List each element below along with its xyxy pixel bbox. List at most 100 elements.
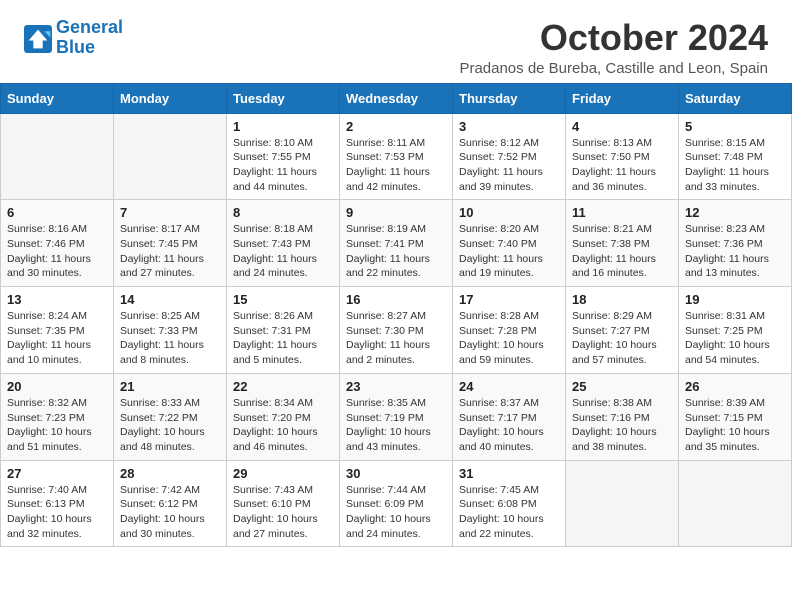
day-number: 27 bbox=[7, 466, 107, 481]
calendar-cell: 28 Sunrise: 7:42 AMSunset: 6:12 PMDayligh… bbox=[114, 460, 227, 547]
calendar-cell: 2 Sunrise: 8:11 AMSunset: 7:53 PMDaylight… bbox=[340, 113, 453, 200]
calendar-cell: 12 Sunrise: 8:23 AMSunset: 7:36 PMDayligh… bbox=[679, 200, 792, 287]
calendar-cell: 16Sunrise: 8:27 AMSunset: 7:30 PMDayligh… bbox=[340, 287, 453, 374]
general-blue-icon bbox=[24, 25, 52, 53]
day-info: Sunrise: 7:45 AMSunset: 6:08 PMDaylight:… bbox=[459, 483, 559, 542]
day-info: Sunrise: 7:43 AMSunset: 6:10 PMDaylight:… bbox=[233, 483, 333, 542]
day-number: 6 bbox=[7, 205, 107, 220]
day-info: Sunrise: 8:16 AMSunset: 7:46 PMDaylight:… bbox=[7, 222, 107, 281]
day-info: Sunrise: 8:27 AMSunset: 7:30 PMDaylight:… bbox=[346, 309, 446, 368]
logo: General Blue bbox=[24, 18, 123, 58]
day-number: 29 bbox=[233, 466, 333, 481]
day-number: 19 bbox=[685, 292, 785, 307]
day-number: 17 bbox=[459, 292, 559, 307]
day-number: 25 bbox=[572, 379, 672, 394]
title-block: October 2024 Pradanos de Bureba, Castill… bbox=[459, 18, 768, 77]
day-info: Sunrise: 8:32 AMSunset: 7:23 PMDaylight:… bbox=[7, 396, 107, 455]
day-info: Sunrise: 8:18 AMSunset: 7:43 PMDaylight:… bbox=[233, 222, 333, 281]
calendar-cell: 18Sunrise: 8:29 AMSunset: 7:27 PMDayligh… bbox=[566, 287, 679, 374]
day-info: Sunrise: 8:38 AMSunset: 7:16 PMDaylight:… bbox=[572, 396, 672, 455]
calendar-cell: 31 Sunrise: 7:45 AMSunset: 6:08 PMDayligh… bbox=[453, 460, 566, 547]
calendar-cell: 5 Sunrise: 8:15 AMSunset: 7:48 PMDaylight… bbox=[679, 113, 792, 200]
col-header-saturday: Saturday bbox=[679, 83, 792, 113]
calendar-cell: 26 Sunrise: 8:39 AMSunset: 7:15 PMDayligh… bbox=[679, 373, 792, 460]
calendar-cell: 9Sunrise: 8:19 AMSunset: 7:41 PMDaylight… bbox=[340, 200, 453, 287]
day-info: Sunrise: 7:44 AMSunset: 6:09 PMDaylight:… bbox=[346, 483, 446, 542]
location: Pradanos de Bureba, Castille and Leon, S… bbox=[459, 60, 768, 77]
day-number: 30 bbox=[346, 466, 446, 481]
day-info: Sunrise: 8:29 AMSunset: 7:27 PMDaylight:… bbox=[572, 309, 672, 368]
calendar-week-row: 20Sunrise: 8:32 AMSunset: 7:23 PMDayligh… bbox=[1, 373, 792, 460]
day-info: Sunrise: 8:20 AMSunset: 7:40 PMDaylight:… bbox=[459, 222, 559, 281]
calendar-cell: 21 Sunrise: 8:33 AMSunset: 7:22 PMDayligh… bbox=[114, 373, 227, 460]
day-info: Sunrise: 8:15 AMSunset: 7:48 PMDaylight:… bbox=[685, 136, 785, 195]
calendar-cell: 1Sunrise: 8:10 AMSunset: 7:55 PMDaylight… bbox=[227, 113, 340, 200]
day-number: 24 bbox=[459, 379, 559, 394]
day-number: 12 bbox=[685, 205, 785, 220]
day-number: 21 bbox=[120, 379, 220, 394]
day-info: Sunrise: 8:23 AMSunset: 7:36 PMDaylight:… bbox=[685, 222, 785, 281]
calendar-table: SundayMondayTuesdayWednesdayThursdayFrid… bbox=[0, 83, 792, 548]
day-number: 13 bbox=[7, 292, 107, 307]
col-header-wednesday: Wednesday bbox=[340, 83, 453, 113]
calendar-cell: 20Sunrise: 8:32 AMSunset: 7:23 PMDayligh… bbox=[1, 373, 114, 460]
day-number: 28 bbox=[120, 466, 220, 481]
calendar-cell bbox=[566, 460, 679, 547]
col-header-tuesday: Tuesday bbox=[227, 83, 340, 113]
logo-line2: Blue bbox=[56, 37, 95, 57]
day-number: 3 bbox=[459, 119, 559, 134]
calendar-header-row: SundayMondayTuesdayWednesdayThursdayFrid… bbox=[1, 83, 792, 113]
calendar-cell: 22Sunrise: 8:34 AMSunset: 7:20 PMDayligh… bbox=[227, 373, 340, 460]
calendar-cell: 3Sunrise: 8:12 AMSunset: 7:52 PMDaylight… bbox=[453, 113, 566, 200]
day-info: Sunrise: 8:34 AMSunset: 7:20 PMDaylight:… bbox=[233, 396, 333, 455]
day-info: Sunrise: 8:25 AMSunset: 7:33 PMDaylight:… bbox=[120, 309, 220, 368]
day-info: Sunrise: 8:21 AMSunset: 7:38 PMDaylight:… bbox=[572, 222, 672, 281]
calendar-cell: 23 Sunrise: 8:35 AMSunset: 7:19 PMDayligh… bbox=[340, 373, 453, 460]
day-number: 5 bbox=[685, 119, 785, 134]
day-info: Sunrise: 8:28 AMSunset: 7:28 PMDaylight:… bbox=[459, 309, 559, 368]
day-info: Sunrise: 8:11 AMSunset: 7:53 PMDaylight:… bbox=[346, 136, 446, 195]
calendar-cell: 11 Sunrise: 8:21 AMSunset: 7:38 PMDayligh… bbox=[566, 200, 679, 287]
calendar-cell bbox=[679, 460, 792, 547]
day-number: 7 bbox=[120, 205, 220, 220]
day-info: Sunrise: 8:10 AMSunset: 7:55 PMDaylight:… bbox=[233, 136, 333, 195]
day-info: Sunrise: 8:13 AMSunset: 7:50 PMDaylight:… bbox=[572, 136, 672, 195]
calendar-week-row: 1Sunrise: 8:10 AMSunset: 7:55 PMDaylight… bbox=[1, 113, 792, 200]
day-number: 4 bbox=[572, 119, 672, 134]
day-info: Sunrise: 8:19 AMSunset: 7:41 PMDaylight:… bbox=[346, 222, 446, 281]
col-header-thursday: Thursday bbox=[453, 83, 566, 113]
calendar-cell: 13Sunrise: 8:24 AMSunset: 7:35 PMDayligh… bbox=[1, 287, 114, 374]
day-info: Sunrise: 8:33 AMSunset: 7:22 PMDaylight:… bbox=[120, 396, 220, 455]
calendar-cell: 8Sunrise: 8:18 AMSunset: 7:43 PMDaylight… bbox=[227, 200, 340, 287]
day-number: 2 bbox=[346, 119, 446, 134]
calendar-week-row: 27Sunrise: 7:40 AMSunset: 6:13 PMDayligh… bbox=[1, 460, 792, 547]
day-info: Sunrise: 8:35 AMSunset: 7:19 PMDaylight:… bbox=[346, 396, 446, 455]
day-info: Sunrise: 7:42 AMSunset: 6:12 PMDaylight:… bbox=[120, 483, 220, 542]
day-number: 26 bbox=[685, 379, 785, 394]
day-number: 14 bbox=[120, 292, 220, 307]
page-header: General Blue October 2024 Pradanos de Bu… bbox=[0, 0, 792, 83]
day-info: Sunrise: 8:39 AMSunset: 7:15 PMDaylight:… bbox=[685, 396, 785, 455]
month-title: October 2024 bbox=[459, 18, 768, 58]
logo-block: General Blue bbox=[24, 18, 123, 58]
calendar-cell: 7 Sunrise: 8:17 AMSunset: 7:45 PMDaylight… bbox=[114, 200, 227, 287]
calendar-cell: 27Sunrise: 7:40 AMSunset: 6:13 PMDayligh… bbox=[1, 460, 114, 547]
calendar-cell: 15Sunrise: 8:26 AMSunset: 7:31 PMDayligh… bbox=[227, 287, 340, 374]
calendar-cell bbox=[1, 113, 114, 200]
calendar-cell: 30 Sunrise: 7:44 AMSunset: 6:09 PMDayligh… bbox=[340, 460, 453, 547]
day-number: 23 bbox=[346, 379, 446, 394]
calendar-cell: 29 Sunrise: 7:43 AMSunset: 6:10 PMDayligh… bbox=[227, 460, 340, 547]
col-header-sunday: Sunday bbox=[1, 83, 114, 113]
calendar-cell: 17 Sunrise: 8:28 AMSunset: 7:28 PMDayligh… bbox=[453, 287, 566, 374]
day-info: Sunrise: 8:31 AMSunset: 7:25 PMDaylight:… bbox=[685, 309, 785, 368]
day-number: 11 bbox=[572, 205, 672, 220]
day-info: Sunrise: 8:17 AMSunset: 7:45 PMDaylight:… bbox=[120, 222, 220, 281]
calendar-cell: 4 Sunrise: 8:13 AMSunset: 7:50 PMDaylight… bbox=[566, 113, 679, 200]
day-number: 31 bbox=[459, 466, 559, 481]
day-number: 15 bbox=[233, 292, 333, 307]
calendar-cell: 10Sunrise: 8:20 AMSunset: 7:40 PMDayligh… bbox=[453, 200, 566, 287]
calendar-cell: 24Sunrise: 8:37 AMSunset: 7:17 PMDayligh… bbox=[453, 373, 566, 460]
logo-text: General Blue bbox=[56, 18, 123, 58]
calendar-week-row: 6 Sunrise: 8:16 AMSunset: 7:46 PMDaylight… bbox=[1, 200, 792, 287]
calendar-cell: 6 Sunrise: 8:16 AMSunset: 7:46 PMDaylight… bbox=[1, 200, 114, 287]
